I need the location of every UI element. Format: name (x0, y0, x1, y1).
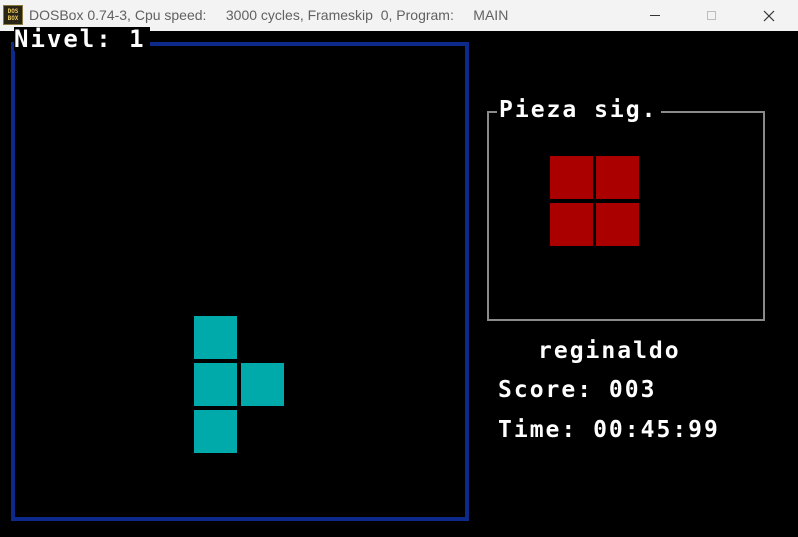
time-display: Time: 00:45:99 (498, 417, 720, 443)
app-icon-text-top: DOS (7, 8, 19, 15)
close-icon (763, 10, 775, 21)
current-piece-block (194, 410, 237, 453)
current-piece-block (241, 363, 284, 406)
maximize-button[interactable] (688, 0, 734, 31)
score-display: Score: 003 (498, 377, 657, 403)
next-piece-block (596, 156, 639, 199)
game-screen[interactable]: Nivel: 1 Pieza sig. reginaldo Score: 003… (0, 27, 798, 537)
dosbox-window: DOS BOX DOSBox 0.74-3, Cpu speed: 3000 c… (0, 0, 798, 537)
maximize-icon (706, 11, 716, 20)
playfield (11, 42, 469, 521)
minimize-icon (650, 15, 660, 16)
close-button[interactable] (746, 0, 792, 31)
current-piece-block (194, 316, 237, 359)
next-piece-block (596, 203, 639, 246)
current-piece-block (194, 363, 237, 406)
app-icon-text-bottom: BOX (7, 15, 19, 22)
next-piece-block (550, 203, 593, 246)
window-title: DOSBox 0.74-3, Cpu speed: 3000 cycles, F… (29, 7, 509, 23)
level-label: Nivel: 1 (14, 27, 150, 51)
minimize-button[interactable] (632, 0, 678, 31)
dosbox-app-icon[interactable]: DOS BOX (3, 5, 23, 25)
player-name: reginaldo (538, 338, 681, 364)
next-piece-block (550, 156, 593, 199)
next-piece-label: Pieza sig. (497, 97, 662, 123)
